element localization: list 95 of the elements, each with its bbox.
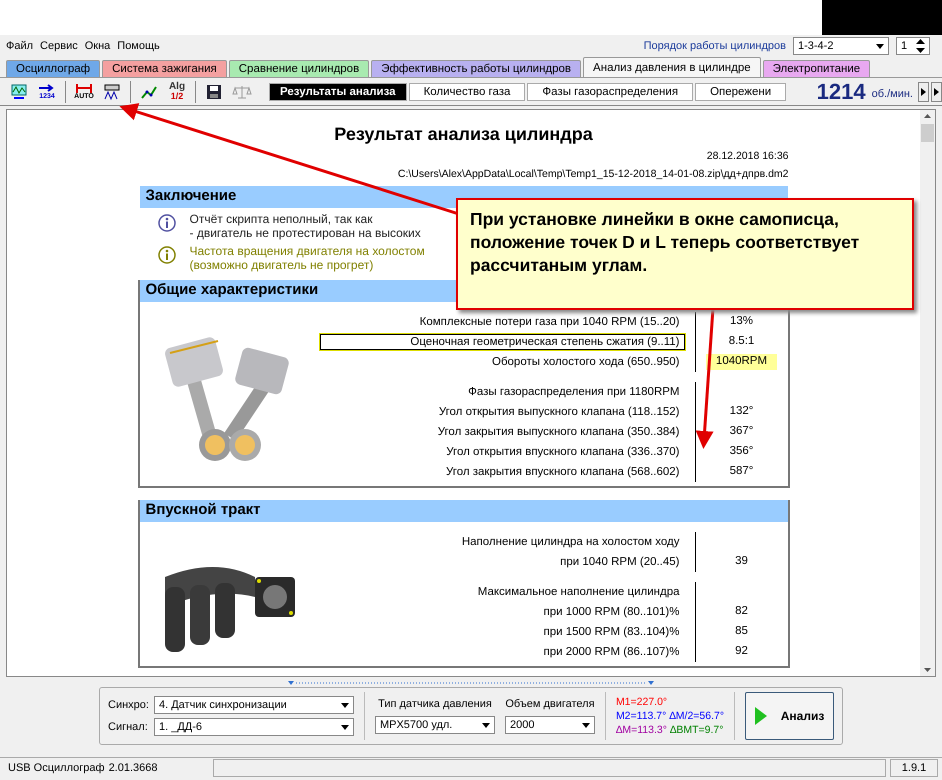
scroll-right-button[interactable] (918, 82, 929, 102)
parameter-label: Угол открытия впускного клапана (336..370) (445, 445, 680, 460)
ruler-icon (103, 82, 121, 100)
rpm-unit: об./мин. (872, 88, 913, 100)
parameter-value: 92 (734, 644, 749, 659)
parameter-label: Угол открытия выпускного клапана (118..152) (438, 405, 680, 420)
report-title: Результат анализа цилиндра (334, 124, 593, 145)
parameter-label: Наполнение цилиндра на холостом ходу (460, 535, 680, 550)
parameter-value: 1040RPM (706, 354, 778, 370)
menu-item[interactable]: Файл (6, 40, 34, 52)
measurement-value: M2=113.7° (616, 710, 666, 722)
dropdown-arrow-icon (341, 702, 349, 708)
parameter-value: 82 (734, 604, 749, 619)
parameter-label: Фазы газораспределения при 1180RPM (467, 385, 680, 400)
dropdown-arrow-icon (482, 722, 490, 728)
file-path: C:\Users\Alex\AppData\Local\Temp\Temp1_15-12-2018_14-01-08.zip\дд+дпрв.dm2 (398, 168, 788, 180)
parameter-value: 367° (728, 424, 754, 439)
play-icon (754, 707, 767, 725)
tab[interactable]: Сравнение цилиндров (228, 60, 370, 77)
analyze-button[interactable]: Анализ (745, 692, 834, 740)
parameter-value: 132° (728, 404, 754, 419)
tab[interactable]: Электропитание (762, 60, 870, 77)
parameter-label: Оценочная геометрическая степень сжатия (9..11) (320, 334, 684, 350)
up-arrow-icon (924, 114, 931, 118)
icon-caption: Alg (168, 82, 186, 92)
parameter-label: при 2000 RPM (86..107)% (542, 645, 680, 660)
rpm-value: 1214 (816, 78, 866, 104)
waveform-icon (10, 82, 28, 100)
parameter-value: 587° (728, 464, 754, 479)
conclusion-text: - двигатель не протестирован на высоких (190, 226, 421, 240)
cylinder-spin-field[interactable]: 1 (896, 37, 930, 55)
status-version: 2.01.3668 (108, 762, 158, 774)
arrow-icon (38, 84, 56, 92)
spin-arrows-icon (916, 39, 925, 53)
version-label: 1.9.1 (890, 759, 938, 777)
cylinder-order-label: Порядок работы цилиндров (644, 40, 786, 52)
tab[interactable]: Система зажигания (102, 60, 227, 77)
signal-dropdown[interactable]: 1. _ДД-6 (154, 718, 354, 736)
conclusion-text: Частота вращения двигателя на холостом (190, 244, 425, 258)
parameter-label: Комплексные потери газа при 1040 RPM (15..20) (418, 315, 680, 330)
subtab[interactable]: Фазы газораспределения (527, 82, 694, 100)
measurement-value: ∆BMT=9.7° (670, 724, 724, 736)
menu-item[interactable]: Сервис (40, 40, 78, 52)
parameter-value: 13% (728, 314, 754, 329)
parameter-label: при 1500 RPM (83..104)% (542, 625, 680, 640)
section-header: Впускной тракт (140, 500, 788, 522)
callout-note: При установке линейки в окне самописца, положение точек D и L теперь соответствует рассчитаным углам. (456, 198, 914, 310)
parameter-label: Обороты холостого хода (650..950) (491, 355, 680, 370)
scrollbar[interactable] (920, 110, 935, 676)
parameter-label: Максимальное наполнение цилиндра (476, 585, 680, 600)
parameter-value: 39 (734, 554, 749, 569)
save-icon (206, 84, 222, 100)
tab[interactable]: Осциллограф (6, 60, 100, 77)
parameter-value: 8.5:1 (728, 334, 756, 349)
subtab[interactable]: Опережени (695, 82, 786, 100)
sync-label: Синхро: (108, 699, 150, 711)
range-icon (75, 84, 93, 92)
warning-info-icon (158, 246, 176, 264)
parameter-label: при 1040 RPM (20..45) (559, 555, 680, 570)
scrollbar-thumb[interactable] (921, 124, 934, 142)
sensor-type-dropdown[interactable]: MPX5700 удл. (374, 716, 495, 734)
icon-caption: 1/2 (170, 92, 184, 101)
signal-label: Сигнал: (108, 721, 149, 733)
tab[interactable]: Анализ давления в цилиндре (583, 57, 761, 77)
splitter-handle[interactable] (288, 681, 654, 687)
cylinder-order-dropdown[interactable]: 1-3-4-2 (793, 37, 889, 55)
parameter-label: Угол закрытия выпускного клапана (350..384) (436, 425, 680, 440)
parameter-label: при 1000 RPM (80..101)% (542, 605, 680, 620)
scales-icon (232, 84, 252, 100)
parameter-value: 85 (734, 624, 749, 639)
dropdown-arrow-icon (876, 44, 884, 48)
measurement-value: ∆M/2=56.7° (669, 710, 724, 722)
sensor-type-label: Тип датчика давления (378, 698, 492, 710)
menu-item[interactable]: Помощь (117, 40, 160, 52)
dropdown-arrow-icon (582, 722, 590, 728)
dropdown-arrow-icon (341, 724, 349, 730)
conclusion-text: Отчёт скрипта неполный, так как (190, 212, 372, 226)
measurement-value: M1=227.0° (616, 696, 668, 708)
parameter-value: 356° (728, 444, 754, 459)
info-icon (158, 214, 176, 232)
parameter-label: Угол закрытия впускного клапана (568..602) (444, 465, 680, 480)
report-date: 28.12.2018 16:36 (706, 150, 788, 162)
subtab[interactable]: Результаты анализа (269, 82, 407, 100)
scroll-right-button[interactable] (931, 82, 942, 102)
menu-item[interactable]: Окна (84, 40, 110, 52)
subtab[interactable]: Количество газа (408, 82, 526, 100)
sync-dropdown[interactable]: 4. Датчик синхронизации (154, 696, 354, 714)
conclusion-text: (возможно двигатель не прогрет) (190, 258, 374, 272)
status-app-name: USB Осциллограф (7, 762, 105, 774)
engine-volume-label: Объем двигателя (505, 698, 595, 710)
measurement-value: ∆M=113.3° (616, 724, 667, 736)
engine-volume-dropdown[interactable]: 2000 (504, 716, 595, 734)
toolbar-button[interactable]: Alg 1/2 (164, 80, 190, 104)
down-arrow-icon (924, 668, 931, 672)
tab[interactable]: Эффективность работы цилиндров (371, 60, 582, 77)
